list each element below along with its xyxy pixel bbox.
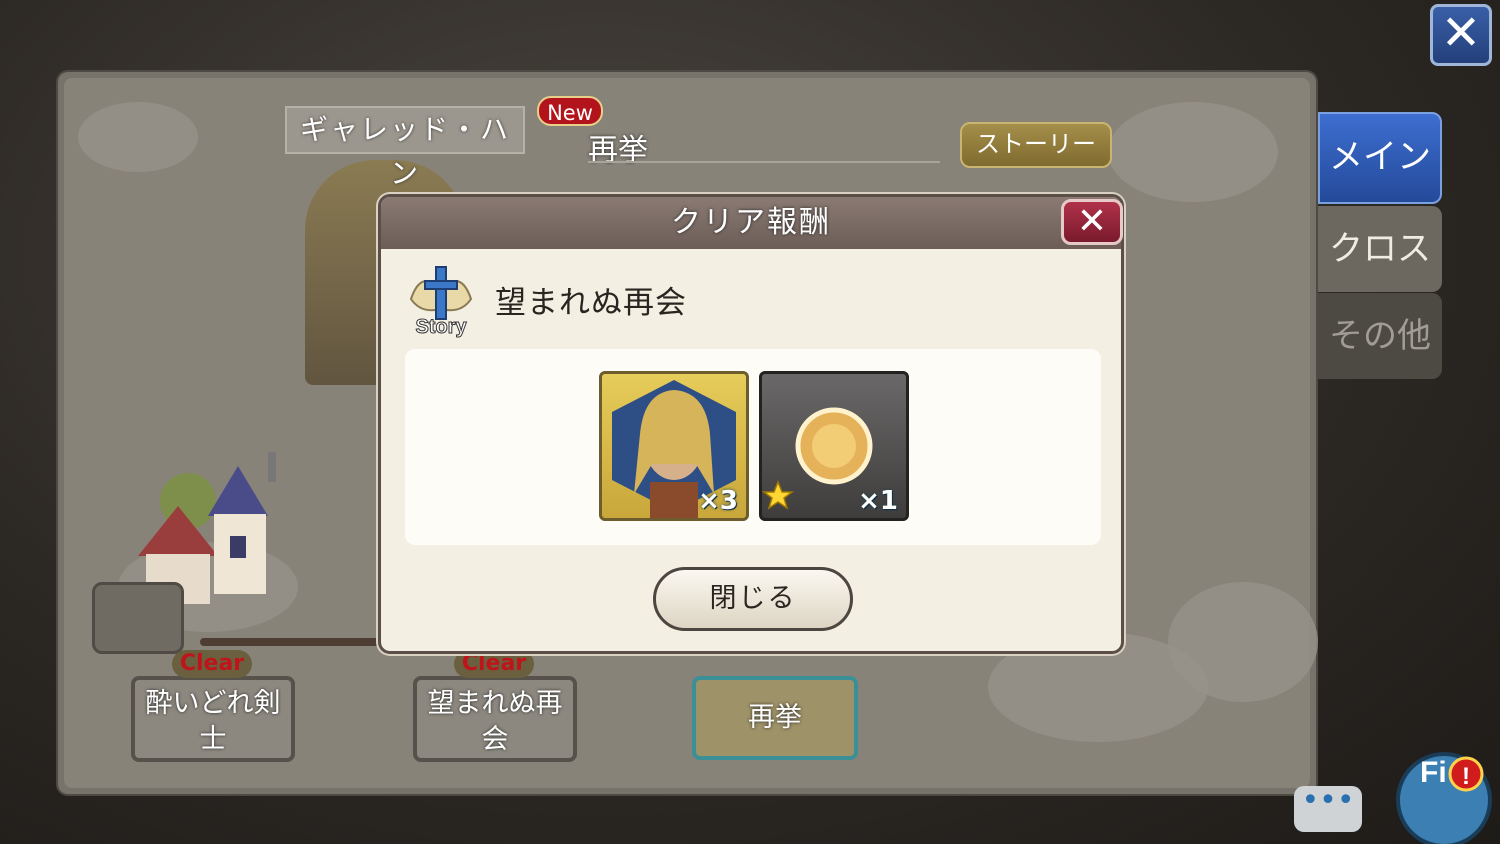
star-icon [761, 479, 795, 510]
field-label: Fi [1420, 756, 1447, 789]
tab-cross[interactable]: クロス [1318, 206, 1442, 292]
dialog-close-icon[interactable]: ✕ [1061, 199, 1123, 245]
treasure-chest-icon[interactable] [92, 582, 184, 654]
close-button[interactable]: 閉じる [653, 567, 853, 631]
item-quantity: ×3 [698, 486, 738, 516]
chat-bubble-icon[interactable]: ••• [1294, 786, 1362, 832]
stage-node-2[interactable]: 望まれぬ再 会 [413, 676, 577, 762]
field-button[interactable]: Fi ! [1374, 740, 1500, 844]
story-icon-label: Story [415, 316, 467, 338]
reward-panel [405, 349, 1101, 545]
new-badge: New [537, 96, 603, 126]
reward-item-character[interactable]: ×3 [599, 371, 749, 521]
clear-badge: Clear [454, 650, 534, 678]
stage-node-1[interactable]: 酔いどれ剣 士 [131, 676, 295, 762]
character-name-plate: ギャレッド・ハン [285, 106, 525, 190]
divider [588, 161, 940, 163]
reward-stage-name: 望まれぬ再会 [495, 285, 687, 321]
story-icon: Story [409, 266, 473, 339]
alert-badge: ! [1462, 763, 1470, 790]
tab-other[interactable]: その他 [1318, 293, 1442, 379]
dialog-title: クリア報酬 [381, 197, 1121, 249]
clear-badge: Clear [172, 650, 252, 678]
item-quantity: ×1 [858, 486, 898, 516]
clear-reward-dialog: クリア報酬 ✕ Story 望まれぬ再会 ×3 ×1 閉じる [378, 194, 1124, 654]
reward-item-gil[interactable]: ×1 [759, 371, 909, 521]
close-icon[interactable]: ✕ [1430, 4, 1492, 66]
story-button[interactable]: ストーリー [960, 122, 1112, 168]
tab-main[interactable]: メイン [1318, 112, 1442, 204]
stage-node-3[interactable]: 再挙 [692, 676, 858, 760]
